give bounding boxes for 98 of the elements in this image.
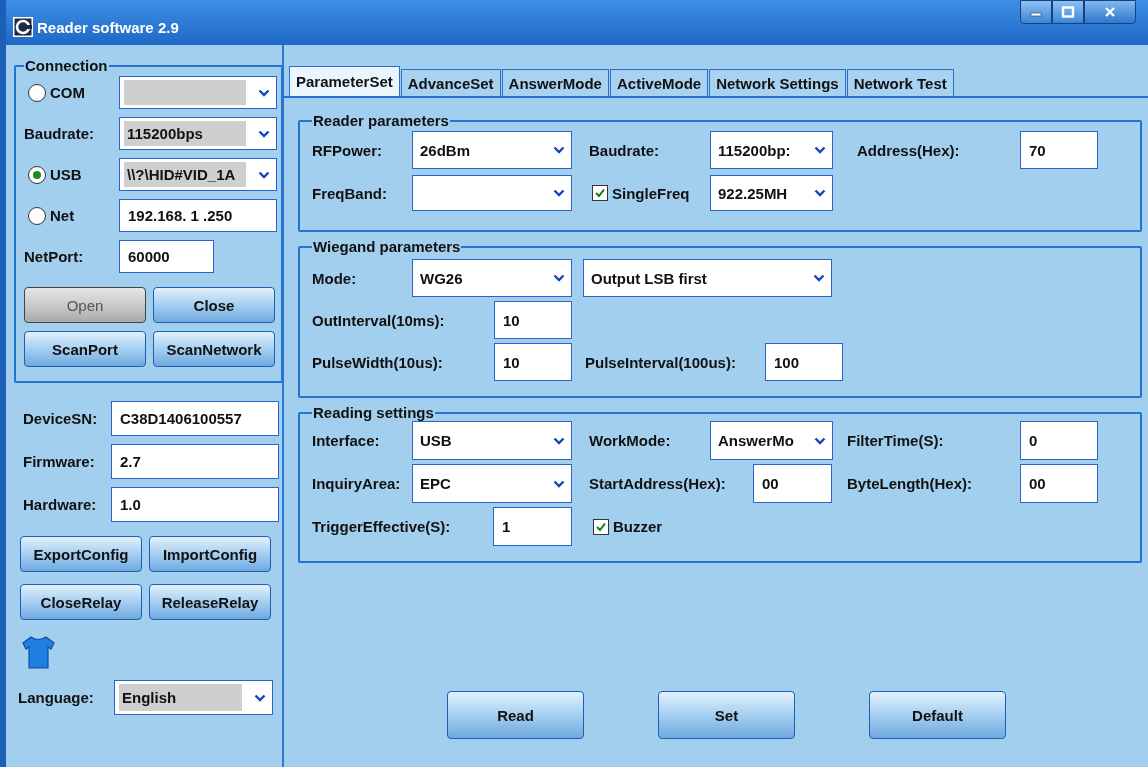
minimize-button[interactable] bbox=[1020, 0, 1052, 24]
chevron-down-icon bbox=[258, 129, 270, 138]
radio-label: Net bbox=[50, 207, 75, 224]
radio-label: COM bbox=[50, 84, 85, 101]
field-label: OutInterval(10ms): bbox=[312, 311, 446, 329]
chevron-down-icon bbox=[254, 693, 266, 702]
field-label: PulseWidth(10us): bbox=[312, 353, 444, 371]
field-label: NetPort: bbox=[24, 248, 85, 265]
field-label: Hardware: bbox=[23, 496, 98, 513]
tab[interactable]: ParameterSet bbox=[289, 66, 400, 96]
text-field[interactable]: 10 bbox=[494, 343, 572, 381]
app-icon bbox=[13, 16, 33, 37]
dropdown[interactable]: WG26 bbox=[412, 259, 572, 297]
shirt-icon bbox=[20, 634, 56, 670]
checkbox[interactable] bbox=[592, 185, 608, 201]
field-label: Interface: bbox=[312, 432, 381, 449]
text-field[interactable]: 1.0 bbox=[111, 487, 279, 522]
dropdown[interactable]: 115200bp: bbox=[710, 131, 833, 169]
chevron-down-icon bbox=[814, 189, 826, 197]
chevron-down-icon bbox=[553, 479, 565, 488]
button[interactable]: ScanNetwork bbox=[153, 331, 275, 367]
field-label: Baudrate: bbox=[24, 125, 95, 142]
field-label: WorkMode: bbox=[589, 432, 672, 449]
chevron-down-icon bbox=[553, 274, 565, 282]
button[interactable]: ScanPort bbox=[24, 331, 146, 367]
field-label: PulseInterval(100us): bbox=[585, 353, 737, 371]
chevron-down-icon bbox=[814, 146, 826, 154]
tab[interactable]: AnswerMode bbox=[501, 69, 609, 96]
chevron-down-icon bbox=[258, 88, 270, 97]
field-label: FreqBand: bbox=[312, 184, 388, 202]
text-field[interactable]: 10 bbox=[494, 301, 572, 339]
checkbox-label: Buzzer bbox=[613, 518, 664, 535]
window-title: Reader software 2.9 bbox=[37, 19, 179, 36]
text-field[interactable]: 00 bbox=[753, 464, 832, 503]
dropdown[interactable]: AnswerMo bbox=[710, 421, 833, 460]
dropdown[interactable]: Output LSB first bbox=[583, 259, 832, 297]
tab[interactable]: Network Test bbox=[846, 69, 954, 96]
radio-label: USB bbox=[50, 166, 82, 183]
dropdown[interactable]: \\?\HID#VID_1A bbox=[119, 158, 277, 191]
field-label: InquiryArea: bbox=[312, 475, 402, 492]
field-label: Baudrate: bbox=[589, 141, 660, 159]
field-label: TriggerEffective(S): bbox=[312, 518, 452, 535]
dropdown[interactable]: 922.25MH bbox=[710, 175, 833, 211]
text-field[interactable]: 60000 bbox=[119, 240, 214, 273]
field-label: FilterTime(S): bbox=[847, 432, 945, 449]
text-field[interactable]: 70 bbox=[1020, 131, 1098, 169]
button[interactable]: Read bbox=[447, 691, 584, 739]
dropdown[interactable] bbox=[412, 175, 572, 211]
dropdown[interactable]: English bbox=[114, 680, 273, 715]
chevron-down-icon bbox=[553, 146, 565, 154]
close-button[interactable] bbox=[1084, 0, 1136, 24]
field-label: DeviceSN: bbox=[23, 410, 99, 427]
text-field[interactable]: 00 bbox=[1020, 464, 1098, 503]
button[interactable]: ImportConfig bbox=[149, 536, 271, 572]
chevron-down-icon bbox=[813, 274, 825, 282]
chevron-down-icon bbox=[258, 170, 270, 179]
text-field[interactable]: 2.7 bbox=[111, 444, 279, 479]
field-label: StartAddress(Hex): bbox=[589, 475, 727, 492]
text-field[interactable]: 100 bbox=[765, 343, 843, 381]
text-field[interactable]: 1 bbox=[493, 507, 572, 546]
field-label: Firmware: bbox=[23, 453, 96, 470]
button[interactable]: Set bbox=[658, 691, 795, 739]
radio-button[interactable] bbox=[28, 206, 46, 225]
button[interactable]: ReleaseRelay bbox=[149, 584, 271, 620]
checkbox[interactable] bbox=[593, 518, 609, 535]
maximize-button[interactable] bbox=[1052, 0, 1084, 24]
group-title: Reader parameters bbox=[312, 112, 450, 129]
radio-button[interactable] bbox=[28, 165, 46, 184]
field-label: Mode: bbox=[312, 269, 358, 287]
radio-button[interactable] bbox=[28, 83, 46, 102]
text-field[interactable]: C38D1406100557 bbox=[111, 401, 279, 436]
dropdown[interactable]: 115200bps bbox=[119, 117, 277, 150]
text-field[interactable]: 192.168. 1 .250 bbox=[119, 199, 277, 232]
tab[interactable]: AdvanceSet bbox=[400, 69, 501, 96]
group-title: Connection bbox=[24, 57, 109, 74]
maximize-icon bbox=[1061, 6, 1075, 18]
chevron-down-icon bbox=[553, 436, 565, 445]
field-label: Address(Hex): bbox=[857, 141, 961, 159]
button[interactable]: CloseRelay bbox=[20, 584, 142, 620]
field-label: Language: bbox=[18, 689, 95, 706]
close-icon bbox=[1103, 6, 1117, 18]
chevron-down-icon bbox=[814, 436, 826, 445]
group-title: Wiegand parameters bbox=[312, 238, 462, 255]
text-field[interactable]: 0 bbox=[1020, 421, 1098, 460]
button[interactable]: Default bbox=[869, 691, 1006, 739]
tab[interactable]: Network Settings bbox=[709, 69, 846, 96]
checkbox-label: SingleFreq bbox=[612, 184, 691, 202]
button[interactable]: Close bbox=[153, 287, 275, 323]
chevron-down-icon bbox=[553, 189, 565, 197]
field-label: ByteLength(Hex): bbox=[847, 475, 973, 492]
tab[interactable]: ActiveMode bbox=[609, 69, 709, 96]
dropdown[interactable]: 26dBm bbox=[412, 131, 572, 169]
dropdown[interactable] bbox=[119, 76, 277, 109]
field-label: RFPower: bbox=[312, 141, 383, 159]
group-title: Reading settings bbox=[312, 404, 435, 421]
dropdown[interactable]: USB bbox=[412, 421, 572, 460]
button[interactable]: ExportConfig bbox=[20, 536, 142, 572]
dropdown[interactable]: EPC bbox=[412, 464, 572, 503]
